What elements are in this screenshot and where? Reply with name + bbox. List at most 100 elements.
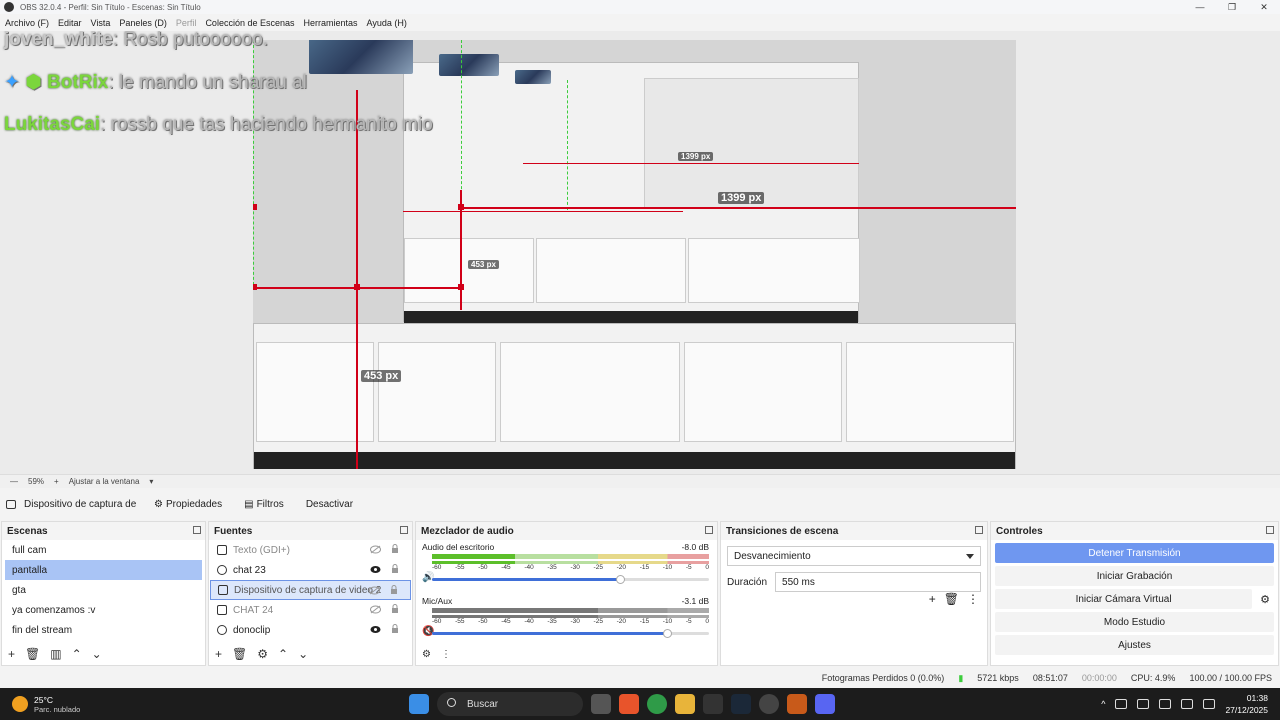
scene-item[interactable]: full cam [5, 540, 202, 560]
source-item[interactable]: CHAT 24 [210, 600, 411, 620]
resize-handle[interactable] [458, 204, 464, 210]
menu-view[interactable]: Vista [91, 18, 111, 28]
app-icon[interactable] [787, 694, 807, 714]
scene-filters-button[interactable]: ▥ [50, 647, 61, 661]
zoom-out-button[interactable]: — [10, 477, 18, 486]
move-down-button[interactable]: ⌄ [92, 647, 102, 661]
scene-item[interactable]: gta [5, 580, 202, 600]
clock[interactable]: 01:38 27/12/2025 [1225, 692, 1268, 716]
source-item[interactable]: donoclip [210, 620, 411, 640]
close-button[interactable]: ✕ [1248, 0, 1280, 14]
lock-icon[interactable] [390, 585, 398, 595]
weather-widget[interactable]: 25°C Parc. nublado [12, 695, 80, 714]
menu-docks[interactable]: Paneles (D) [119, 18, 167, 28]
add-transition-button[interactable]: + [929, 592, 936, 606]
menu-profile[interactable]: Perfil [176, 18, 197, 28]
chevron-down-icon[interactable]: ▾ [149, 477, 153, 486]
duration-field[interactable]: 550 ms [775, 572, 981, 592]
guide-green [567, 80, 568, 210]
lock-icon[interactable] [391, 564, 399, 574]
resize-handle[interactable] [253, 204, 257, 210]
move-up-button[interactable]: ⌃ [72, 647, 82, 661]
guide-red [356, 90, 358, 469]
volume-icon[interactable] [1203, 699, 1216, 709]
scene-item[interactable]: ya comenzamos :v [5, 600, 202, 620]
menu-scene-collection[interactable]: Colección de Escenas [205, 18, 294, 28]
eye-icon[interactable] [370, 625, 381, 634]
lock-icon[interactable] [391, 604, 399, 614]
scene-item[interactable]: fin del stream [5, 620, 202, 640]
menu-file[interactable]: Archivo (F) [5, 18, 49, 28]
tray-app-icon[interactable] [1115, 699, 1128, 709]
chrome-icon[interactable] [647, 694, 667, 714]
undock-icon[interactable] [975, 526, 983, 534]
epic-games-icon[interactable] [703, 694, 723, 714]
resize-handle[interactable] [253, 284, 257, 290]
undock-icon[interactable] [193, 526, 201, 534]
network-icon[interactable] [1181, 699, 1194, 709]
task-view-icon[interactable] [591, 694, 611, 714]
slider-knob[interactable] [616, 575, 626, 584]
gear-icon[interactable]: ⚙ [1260, 593, 1270, 606]
taskbar-search[interactable]: Buscar [437, 692, 583, 716]
add-source-button[interactable]: + [215, 647, 222, 661]
lock-icon[interactable] [391, 544, 399, 554]
move-down-button[interactable]: ⌄ [298, 647, 308, 661]
minimize-button[interactable]: — [1184, 0, 1216, 14]
nested-controls [688, 238, 860, 303]
steam-icon[interactable] [731, 694, 751, 714]
stop-streaming-button[interactable]: Detener Transmisión [995, 543, 1274, 563]
eye-hidden-icon[interactable] [370, 605, 381, 614]
eye-hidden-icon[interactable] [369, 586, 380, 595]
brave-icon[interactable] [619, 694, 639, 714]
remove-source-button[interactable]: 🗑 [232, 647, 247, 661]
tray-app-icon[interactable] [1137, 699, 1150, 709]
add-scene-button[interactable]: + [8, 647, 15, 661]
windows-start-icon[interactable] [409, 694, 429, 714]
volume-slider[interactable] [432, 629, 709, 638]
eye-icon[interactable] [370, 565, 381, 574]
zoom-fit-select[interactable]: Ajustar a la ventana [69, 477, 140, 486]
transition-menu-button[interactable]: ⋮ [967, 592, 979, 606]
source-item[interactable]: Dispositivo de captura de video 2 [210, 580, 411, 600]
menu-tools[interactable]: Herramientas [304, 18, 358, 28]
menu-help[interactable]: Ayuda (H) [367, 18, 407, 28]
chevron-up-icon[interactable]: ^ [1101, 699, 1105, 709]
start-recording-button[interactable]: Iniciar Grabación [995, 566, 1274, 586]
properties-button[interactable]: ⚙ Propiedades [146, 496, 230, 513]
undock-icon[interactable] [705, 526, 713, 534]
source-properties-button[interactable]: ⚙ [257, 647, 268, 661]
file-explorer-icon[interactable] [675, 694, 695, 714]
lock-icon[interactable] [391, 624, 399, 634]
preview-area[interactable]: 1399 px 453 px 453 px 1399 px joven_whit… [0, 31, 1280, 474]
discord-icon[interactable] [815, 694, 835, 714]
slider-knob[interactable] [663, 629, 673, 638]
undock-icon[interactable] [400, 526, 408, 534]
zoom-in-button[interactable]: + [54, 477, 59, 486]
filters-button[interactable]: ▤ Filtros [236, 496, 292, 513]
scene-item[interactable]: pantalla [5, 560, 202, 580]
menu-edit[interactable]: Editar [58, 18, 82, 28]
resize-handle[interactable] [354, 284, 360, 290]
eye-hidden-icon[interactable] [370, 545, 381, 554]
mixer-menu-button[interactable]: ⋮ [441, 649, 451, 660]
advanced-audio-button[interactable]: ⚙ [422, 649, 431, 660]
undock-icon[interactable] [1266, 526, 1274, 534]
resize-handle[interactable] [458, 284, 464, 290]
studio-mode-button[interactable]: Modo Estudio [995, 612, 1274, 632]
program-canvas[interactable]: 1399 px 453 px 453 px 1399 px [253, 40, 1016, 469]
scenes-list: full cam pantalla gta ya comenzamos :v f… [2, 540, 205, 640]
remove-scene-button[interactable]: 🗑 [25, 647, 40, 661]
transition-select[interactable]: Desvanecimiento [727, 546, 981, 566]
deactivate-button[interactable]: Desactivar [298, 496, 361, 513]
settings-button[interactable]: Ajustes [995, 635, 1274, 655]
tray-app-icon[interactable] [1159, 699, 1172, 709]
move-up-button[interactable]: ⌃ [278, 647, 288, 661]
volume-slider[interactable] [432, 575, 709, 584]
obs-icon[interactable] [759, 694, 779, 714]
source-item[interactable]: chat 23 [210, 560, 411, 580]
source-item[interactable]: Texto (GDI+) [210, 540, 411, 560]
start-virtual-camera-button[interactable]: Iniciar Cámara Virtual [995, 589, 1253, 609]
remove-transition-button[interactable]: 🗑 [944, 592, 959, 606]
maximize-button[interactable]: ❐ [1216, 0, 1248, 14]
